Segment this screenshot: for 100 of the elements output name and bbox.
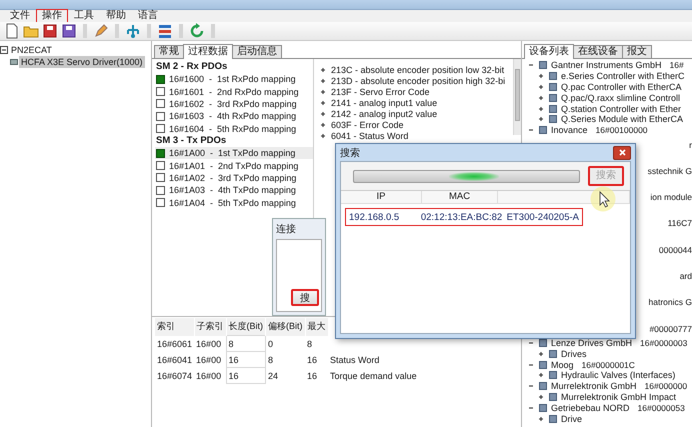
- device-icon: [10, 58, 18, 66]
- column-header[interactable]: 最大: [305, 318, 328, 336]
- minus-icon[interactable]: [0, 46, 8, 54]
- device-name[interactable]: Hydraulic Valves (Interfaces): [561, 370, 676, 380]
- tree-item[interactable]: HCFA X3E Servo Driver(1000): [19, 56, 145, 68]
- plus-icon[interactable]: [537, 414, 545, 423]
- device-name[interactable]: Q.Series Module with EtherCA: [561, 114, 684, 124]
- table-cell: 0: [266, 336, 306, 352]
- column-header[interactable]: 索引: [155, 318, 194, 336]
- plus-icon[interactable]: [319, 66, 327, 74]
- scrollbar[interactable]: [513, 59, 521, 135]
- section-heading: SM 3 - Tx PDOs: [155, 134, 228, 147]
- checkbox[interactable]: [156, 99, 165, 108]
- vendor-name[interactable]: Getriebebau NORD: [551, 402, 630, 413]
- device-name[interactable]: e.Series Controller with EtherC: [561, 71, 685, 82]
- column-header[interactable]: 偏移(Bit): [266, 318, 306, 336]
- checkbox[interactable]: [156, 198, 165, 208]
- table-cell: 16#6061: [155, 336, 194, 352]
- checkbox[interactable]: [156, 124, 165, 134]
- tree-item-text: ion module: [650, 192, 692, 202]
- object-entry[interactable]: 6041 - Status Word: [331, 130, 408, 140]
- plus-icon[interactable]: [319, 88, 327, 96]
- plus-icon[interactable]: [319, 132, 327, 140]
- checkbox[interactable]: [156, 161, 165, 170]
- plus-icon[interactable]: [537, 82, 545, 91]
- input-field[interactable]: 16: [226, 368, 266, 384]
- device-name[interactable]: Q.pac/Q.raxx slimline Controll: [561, 92, 680, 103]
- tab[interactable]: 启动信息: [232, 45, 282, 58]
- plus-icon[interactable]: [537, 72, 545, 80]
- vendor-name[interactable]: Moog: [551, 360, 574, 370]
- object-entry[interactable]: 213D - absolute encoder position high 32-bi: [331, 76, 506, 86]
- object-entry[interactable]: 213C - absolute encoder position low 32-bit: [331, 64, 504, 74]
- refresh-icon[interactable]: [189, 23, 205, 39]
- plus-icon[interactable]: [319, 98, 327, 106]
- pdo-label: 16#1601 - 2nd RxPdo mapping: [169, 86, 299, 97]
- menu-item[interactable]: 工具: [68, 9, 100, 23]
- result-row[interactable]: 192.168.0.5 02:12:13:EA:BC:82 ET300-240205-A: [345, 208, 583, 226]
- column-header[interactable]: IP: [341, 191, 422, 203]
- table-cell: 16#00: [194, 352, 226, 368]
- pdo-label: 16#1A01 - 2nd TxPdo mapping: [169, 160, 298, 171]
- vendor-name[interactable]: Inovance: [551, 125, 588, 136]
- tree-item-text: hatronics G: [648, 297, 692, 308]
- table-cell-text: 16: [306, 370, 318, 382]
- object-entry[interactable]: 2142 - analog input2 value: [331, 108, 438, 118]
- column-header[interactable]: MAC: [422, 191, 498, 203]
- save-icon[interactable]: [42, 23, 58, 39]
- column-header[interactable]: 长度(Bit): [226, 318, 266, 336]
- tree-item-text: r: [689, 140, 692, 150]
- pdo-label: 16#1604 - 5th RxPdo mapping: [169, 124, 296, 134]
- vendor-name[interactable]: Murrelektronik GmbH: [551, 381, 637, 392]
- plus-icon[interactable]: [537, 115, 545, 124]
- device-name[interactable]: Murrelektronik GmbH Impact: [561, 392, 676, 402]
- device-name[interactable]: Q.station Controller with Ether: [561, 104, 682, 114]
- tree-item-text: sstechnik G: [648, 166, 692, 176]
- table-cell: 16#00: [194, 336, 226, 352]
- vendor-name[interactable]: Lenze Drives GmbH: [551, 338, 632, 348]
- plus-icon[interactable]: [537, 104, 545, 113]
- menu-item[interactable]: 文件: [4, 9, 36, 23]
- plus-icon[interactable]: [537, 94, 545, 102]
- tree-item[interactable]: PN2ECAT: [9, 44, 54, 56]
- vendor-code: 16#000000: [644, 381, 688, 392]
- tab[interactable]: 设备列表: [524, 44, 574, 59]
- object-entry[interactable]: 2141 - analog input1 value: [331, 98, 438, 108]
- menu-item[interactable]: 帮助: [100, 9, 132, 23]
- table-cell-text: Torque demand value: [329, 370, 418, 383]
- list-icon[interactable]: [157, 23, 173, 39]
- menu-item[interactable]: 语言: [132, 9, 164, 23]
- plus-icon[interactable]: [319, 76, 327, 84]
- plus-icon[interactable]: [537, 371, 545, 380]
- tab[interactable]: 在线设备: [573, 45, 623, 58]
- checkbox[interactable]: [156, 173, 165, 182]
- input-field[interactable]: 16: [226, 352, 266, 368]
- checkbox[interactable]: [156, 186, 165, 195]
- checkbox[interactable]: [156, 112, 165, 121]
- object-entry[interactable]: 603F - Error Code: [331, 120, 404, 130]
- input-field[interactable]: 8: [226, 336, 266, 352]
- tab[interactable]: 报文: [622, 45, 652, 58]
- device-name[interactable]: Q.pac Controller with EtherCA: [561, 82, 682, 92]
- checkbox[interactable]: [156, 148, 165, 158]
- search-button[interactable]: 搜: [291, 289, 319, 306]
- device-name[interactable]: Drives: [561, 348, 587, 359]
- tab[interactable]: 常规: [154, 45, 184, 58]
- vendor-name[interactable]: Gantner Instruments GmbH: [551, 60, 662, 70]
- plus-icon[interactable]: [537, 392, 545, 401]
- network-icon[interactable]: [125, 23, 141, 39]
- column-header[interactable]: 子索引: [194, 318, 226, 336]
- plus-icon[interactable]: [319, 110, 327, 118]
- close-button[interactable]: [613, 146, 631, 160]
- list-row[interactable]: 16#1A00 - 1st TxPdo mapping: [155, 146, 313, 160]
- plus-icon[interactable]: [537, 350, 545, 358]
- device-name[interactable]: Drive: [561, 414, 582, 424]
- section-heading: SM 2 - Rx PDOs: [155, 61, 228, 73]
- plus-icon[interactable]: [319, 120, 327, 128]
- pdo-label: 16#1603 - 4th RxPdo mapping: [169, 111, 296, 122]
- checkbox[interactable]: [156, 74, 165, 84]
- checkbox[interactable]: [156, 87, 165, 96]
- save-as-icon[interactable]: [61, 23, 77, 39]
- tab[interactable]: 过程数据: [183, 44, 233, 59]
- pdo-label: 16#1A04 - 5th TxPdo mapping: [169, 198, 296, 208]
- object-entry[interactable]: 213F - Servo Error Code: [331, 86, 430, 96]
